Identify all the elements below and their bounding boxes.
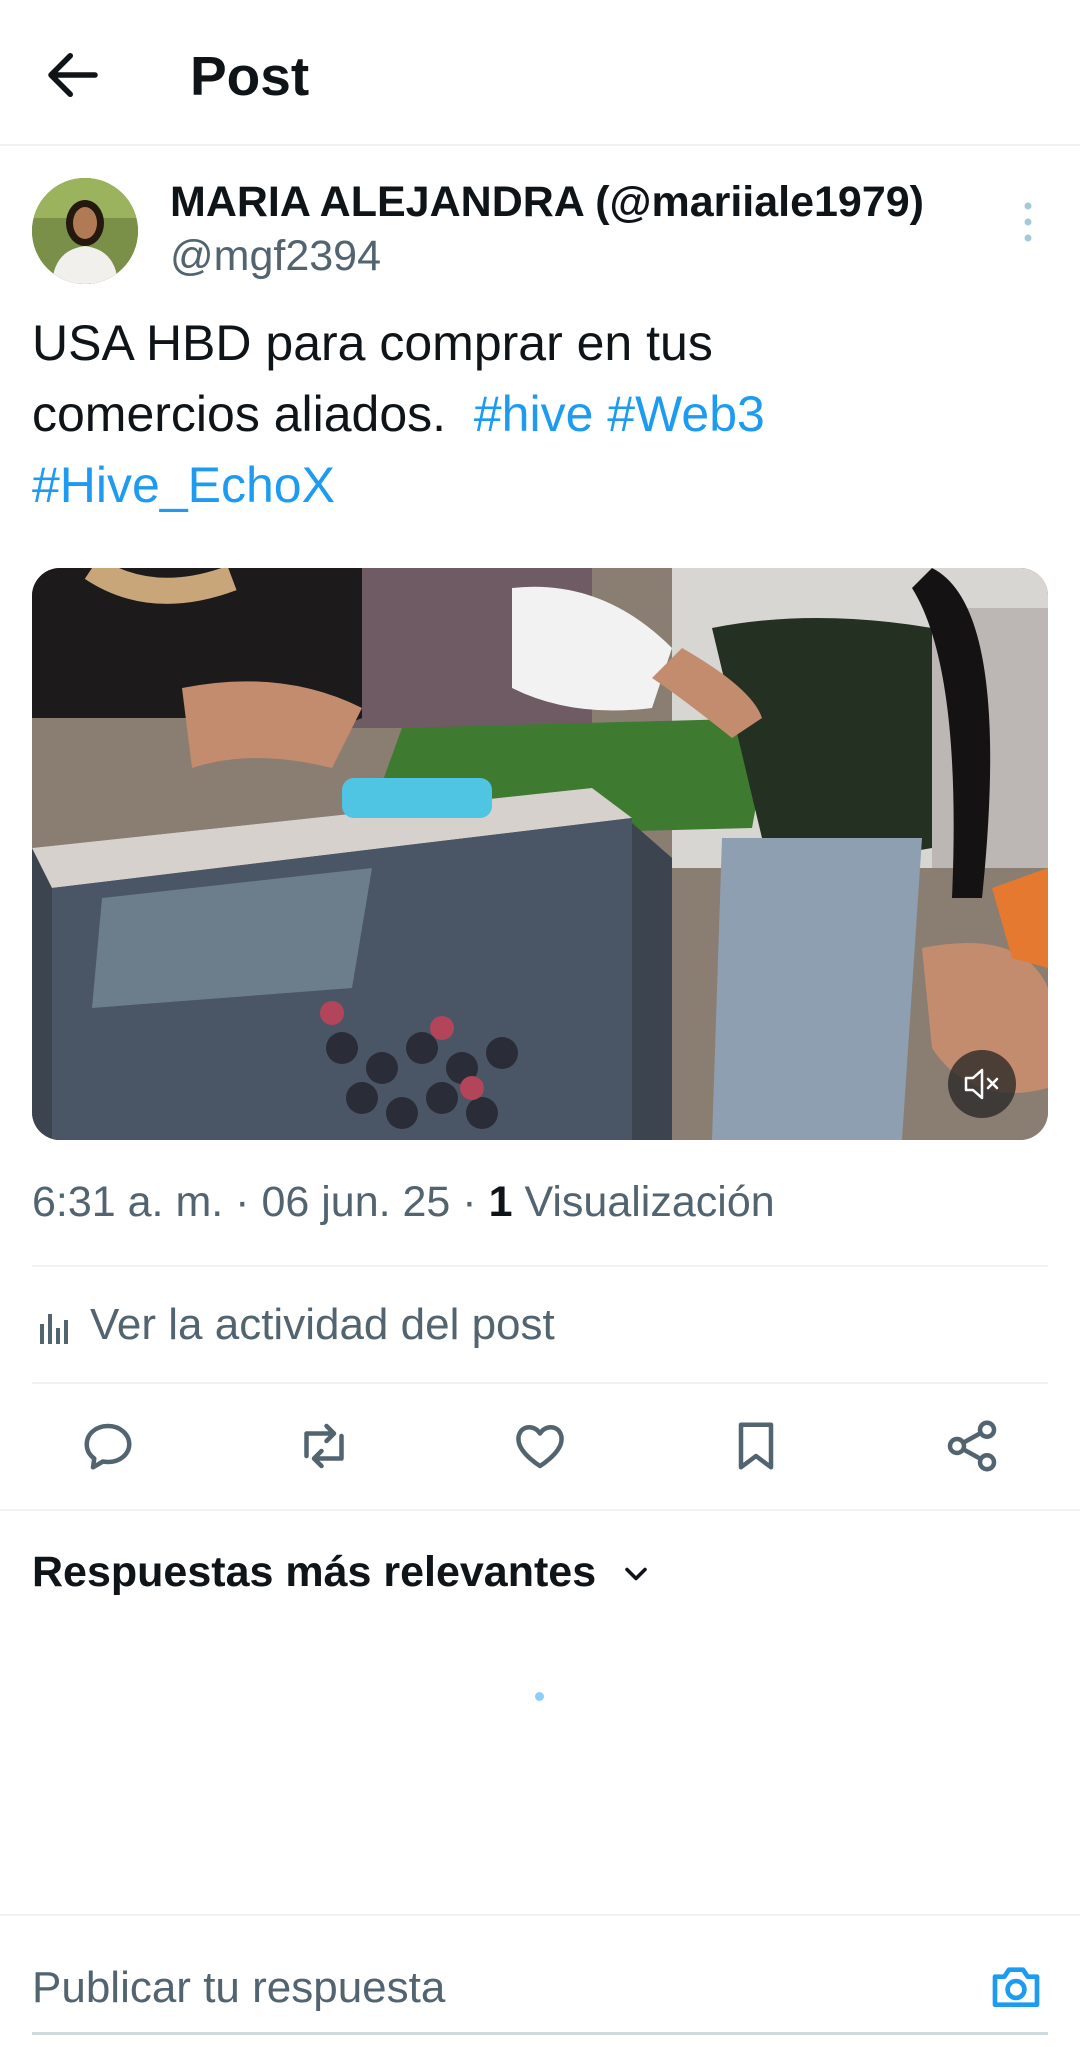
author-handle[interactable]: @mgf2394 [170, 232, 381, 281]
bookmark-button[interactable] [726, 1416, 786, 1476]
analytics-icon [40, 1314, 68, 1344]
divider [32, 1265, 1048, 1267]
camera-button[interactable] [988, 1958, 1044, 2014]
views-label: Visualización [524, 1178, 775, 1226]
hashtag-link[interactable]: #Hive_EchoX [32, 457, 335, 513]
repost-icon [304, 1423, 344, 1469]
more-vertical-icon [1024, 202, 1032, 242]
post-text: USA HBD para comprar en tus comercios al… [32, 308, 1042, 521]
hashtag-link[interactable]: #Web3 [607, 386, 765, 442]
back-button[interactable] [40, 42, 106, 108]
post-video[interactable] [32, 568, 1048, 1140]
divider [32, 1382, 1048, 1384]
reply-icon [84, 1423, 132, 1470]
reply-button[interactable] [78, 1416, 138, 1476]
loading-indicator [535, 1692, 544, 1701]
meta-separator: · [462, 1178, 477, 1226]
reply-composer [0, 1914, 1080, 2047]
post-activity-label: Ver la actividad del post [90, 1300, 555, 1349]
replies-sort-toggle[interactable] [618, 1556, 654, 1592]
like-button[interactable] [510, 1416, 570, 1476]
divider [0, 1509, 1080, 1511]
post-time: 6:31 a. m. [32, 1178, 224, 1226]
views-count: 1 [488, 1178, 513, 1226]
avatar[interactable] [32, 178, 138, 284]
author-display-name[interactable]: MARIA ALEJANDRA (@mariiale1979) [170, 178, 924, 227]
arrow-left-icon [48, 53, 98, 97]
replies-sort-dropdown[interactable]: Respuestas más relevantes [32, 1548, 596, 1597]
repost-button[interactable] [294, 1416, 354, 1476]
input-underline [32, 2032, 1048, 2035]
post-metadata: 6:31 a. m. · 06 jun. 25 · 1 Visualizació… [32, 1178, 775, 1227]
more-options-button[interactable] [1010, 200, 1046, 244]
hashtag-link[interactable]: #hive [474, 386, 594, 442]
share-button[interactable] [942, 1416, 1002, 1476]
post-text-line: USA HBD para comprar en tus [32, 315, 713, 371]
chevron-down-icon [625, 1567, 647, 1581]
reply-input[interactable] [32, 1958, 932, 2018]
heart-icon [516, 1425, 564, 1469]
share-icon [947, 1420, 997, 1472]
camera-icon [992, 1967, 1040, 2007]
video-frame [32, 568, 1048, 1140]
top-bar: Post [0, 0, 1080, 146]
post-date: 06 jun. 25 [261, 1178, 451, 1226]
mute-button[interactable] [948, 1050, 1016, 1118]
volume-mute-icon [964, 1068, 999, 1100]
page-title: Post [190, 45, 310, 107]
meta-separator: · [235, 1178, 250, 1226]
post-text-line: comercios aliados. [32, 386, 447, 442]
bookmark-icon [738, 1422, 774, 1470]
